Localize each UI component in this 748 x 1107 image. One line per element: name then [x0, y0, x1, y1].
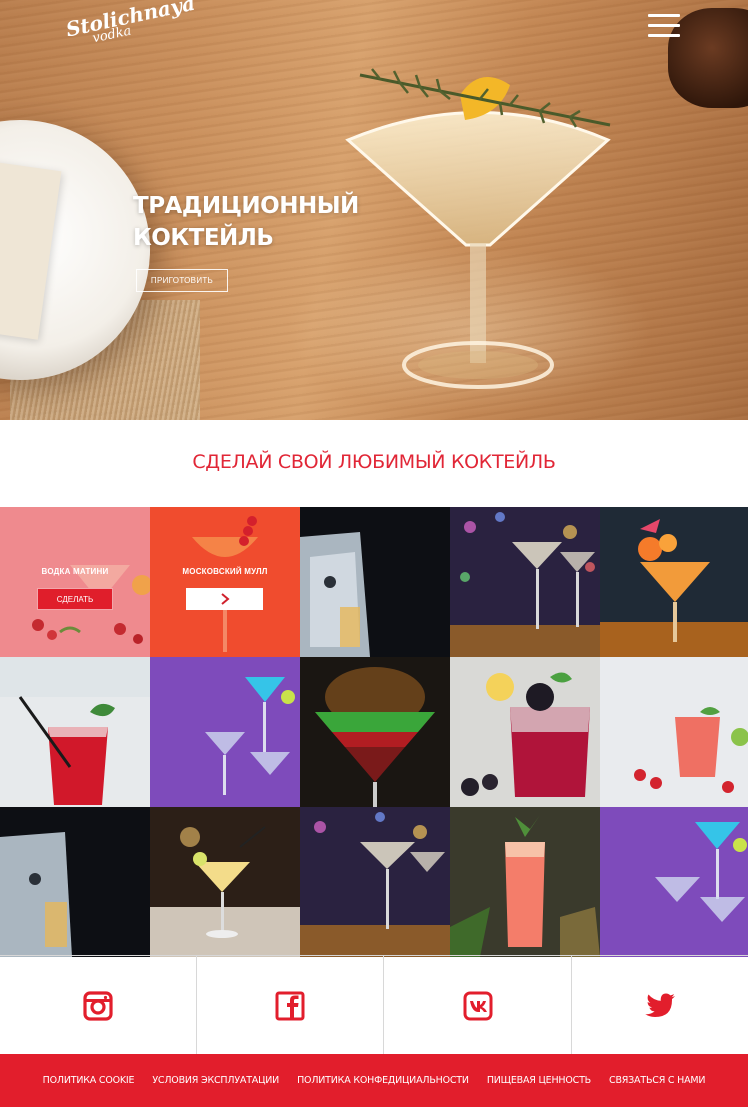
cocktail-tile-moscow-mule[interactable]: МОСКОВСКИЙ МУЛЛ: [150, 507, 300, 657]
ice-drink-image: [0, 807, 150, 957]
cocktail-tile[interactable]: [450, 507, 600, 657]
tile-label: ВОДКА МАТИНИ: [41, 567, 109, 576]
cocktail-tile[interactable]: [600, 657, 748, 807]
martini-glass-image: [345, 68, 611, 389]
sour-cocktail-image: [150, 807, 300, 957]
martini-bar-image: [450, 507, 600, 657]
facebook-link[interactable]: [197, 956, 384, 1055]
tile-label: МОСКОВСКИЙ МУЛЛ: [182, 567, 268, 576]
cocktail-tile[interactable]: [300, 507, 450, 657]
blue-martini-image: [600, 807, 748, 957]
orange-cocktail-image: [600, 507, 748, 657]
instagram-icon: [83, 990, 113, 1021]
cocktail-tile[interactable]: [300, 807, 450, 957]
martini-bar-image: [300, 807, 450, 957]
twitter-link[interactable]: [572, 956, 748, 1055]
cocktail-tile[interactable]: [0, 807, 150, 957]
cocktail-grid: ВОДКА МАТИНИ СДЕЛАТЬ МОСКОВСКИЙ МУЛЛ: [0, 507, 748, 957]
vk-link[interactable]: [384, 956, 572, 1055]
pink-tiki-image: [450, 807, 600, 957]
footer-link-terms[interactable]: УСЛОВИЯ ЭКСПЛУАТАЦИИ: [152, 1075, 279, 1086]
blackberry-drink-image: [450, 657, 600, 807]
cocktail-tile[interactable]: [0, 657, 150, 807]
cocktail-tile[interactable]: [450, 657, 600, 807]
cocktail-tile[interactable]: [300, 657, 450, 807]
cocktail-tile[interactable]: [450, 807, 600, 957]
moscow-mule-image: [150, 507, 300, 657]
red-slushie-image: [0, 657, 150, 807]
hero-banner: Stolichnaya vodka ТРАДИЦИОННЫЙ КОКТЕЙЛЬ …: [0, 0, 748, 420]
facebook-icon: [275, 991, 305, 1020]
hamburger-menu-icon[interactable]: [648, 14, 680, 38]
bowl-image: [668, 8, 748, 108]
footer-link-nutrition[interactable]: ПИЩЕВАЯ ЦЕННОСТЬ: [487, 1075, 591, 1086]
cocktail-tile-vodka-martini[interactable]: ВОДКА МАТИНИ СДЕЛАТЬ: [0, 507, 150, 657]
cocktail-tile[interactable]: [600, 807, 748, 957]
layered-shot-image: [300, 657, 450, 807]
strawberry-cocktail-image: [0, 507, 150, 657]
open-recipe-button[interactable]: [186, 588, 263, 610]
cocktail-tile[interactable]: [150, 657, 300, 807]
chevron-right-icon: [220, 593, 230, 605]
ice-drink-image: [300, 507, 450, 657]
strawberry-glass-image: [600, 657, 748, 807]
footer-link-contact[interactable]: СВЯЗАТЬСЯ С НАМИ: [609, 1075, 706, 1086]
instagram-link[interactable]: [0, 956, 197, 1055]
footer-nav: ПОЛИТИКА COOKIE УСЛОВИЯ ЭКСПЛУАТАЦИИ ПОЛ…: [0, 1054, 748, 1107]
footer-link-cookie[interactable]: ПОЛИТИКА COOKIE: [43, 1075, 135, 1086]
twitter-icon: [645, 993, 675, 1017]
social-links: [0, 955, 748, 1055]
footer-link-privacy[interactable]: ПОЛИТИКА КОНФЕДИЦИАЛЬНОСТИ: [297, 1075, 469, 1086]
blue-martini-image: [150, 657, 300, 807]
cocktail-tile[interactable]: [600, 507, 748, 657]
vk-icon: [463, 991, 492, 1020]
cocktail-tile[interactable]: [150, 807, 300, 957]
make-button[interactable]: СДЕЛАТЬ: [37, 588, 113, 610]
section-title: СДЕЛАЙ СВОЙ ЛЮБИМЫЙ КОКТЕЙЛЬ: [192, 451, 556, 473]
hero-title: ТРАДИЦИОННЫЙ КОКТЕЙЛЬ: [133, 193, 359, 251]
prepare-button[interactable]: ПРИГОТОВИТЬ: [136, 269, 228, 292]
